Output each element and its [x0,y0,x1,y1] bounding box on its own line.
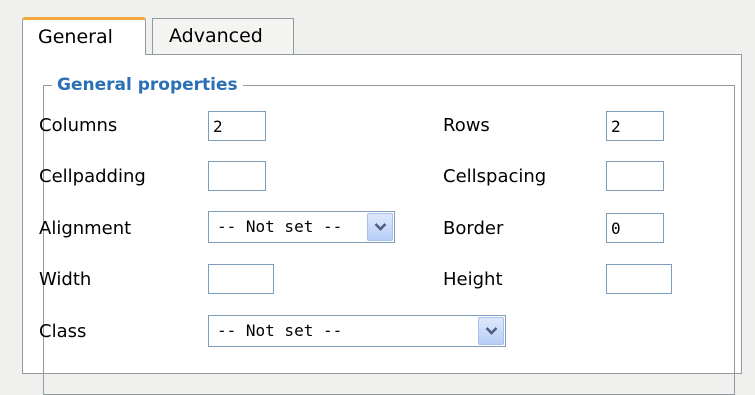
border-input[interactable] [606,213,664,243]
height-input[interactable] [606,264,672,294]
general-panel: General properties Columns Rows Cellpadd… [22,54,742,395]
chevron-down-icon[interactable] [367,213,393,241]
class-label: Class [39,321,87,342]
tab-advanced[interactable]: Advanced [152,18,294,54]
tab-general-label: General [38,26,113,48]
alignment-label: Alignment [39,218,132,239]
width-label: Width [39,269,92,290]
tab-general[interactable]: General [22,17,146,55]
chevron-down-icon[interactable] [478,317,504,345]
columns-input[interactable] [208,111,266,141]
cellspacing-input[interactable] [606,161,664,191]
cellspacing-label: Cellspacing [443,166,547,187]
rows-input[interactable] [606,111,664,141]
cellpadding-input[interactable] [208,161,266,191]
border-label: Border [443,218,504,239]
height-label: Height [443,269,503,290]
class-select[interactable]: -- Not set -- [208,315,506,347]
width-input[interactable] [208,264,274,294]
cellpadding-label: Cellpadding [39,166,146,187]
alignment-select[interactable]: -- Not set -- [208,211,395,243]
columns-label: Columns [39,115,118,136]
tab-advanced-label: Advanced [169,25,263,47]
class-select-value: -- Not set -- [217,321,343,340]
alignment-select-value: -- Not set -- [217,217,343,236]
rows-label: Rows [443,115,490,136]
general-properties-legend: General properties [57,75,238,95]
